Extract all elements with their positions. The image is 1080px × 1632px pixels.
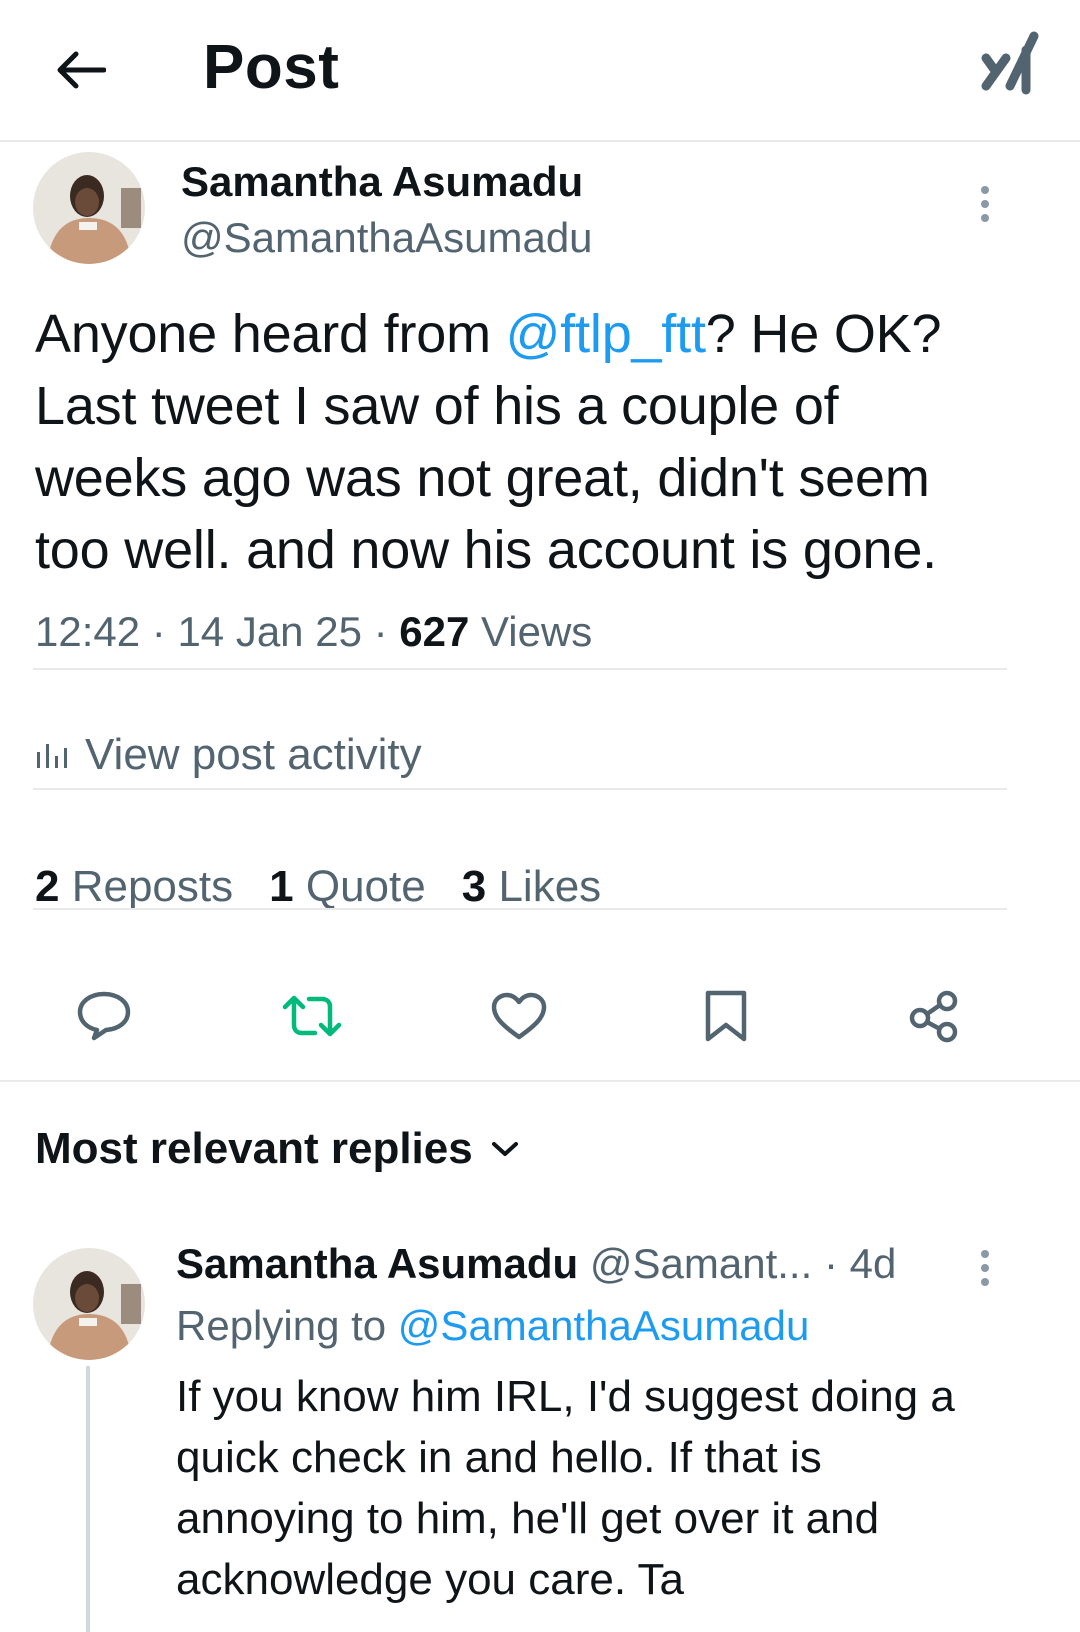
reply-time[interactable]: · 4d xyxy=(824,1240,896,1287)
quotes-stat[interactable]: 1 Quote xyxy=(269,862,426,912)
replying-to: Replying to @SamanthaAsumadu xyxy=(176,1302,809,1350)
arrow-left-icon xyxy=(57,51,106,89)
reply-text-line: quick check in and hello. If that is xyxy=(176,1433,822,1482)
author-handle[interactable]: @SamanthaAsumadu xyxy=(181,214,593,262)
post-text-line: weeks ago was not great, didn't seem xyxy=(35,448,930,508)
views-count: 627 xyxy=(399,608,470,655)
activity-label: View post activity xyxy=(85,730,422,779)
reply-button[interactable] xyxy=(68,980,140,1052)
comment-icon xyxy=(77,991,131,1041)
post-text-line: too well. and now his account is gone. xyxy=(35,520,937,580)
divider xyxy=(33,668,1007,670)
reposts-stat[interactable]: 2 Reposts xyxy=(35,862,233,912)
mention-link[interactable]: @ftlp_ftt xyxy=(506,304,706,364)
post-text-segment: ? He OK? xyxy=(705,304,942,364)
post-date[interactable]: 14 Jan 25 xyxy=(177,608,362,655)
more-options-button[interactable] xyxy=(965,174,1005,234)
quotes-label: Quote xyxy=(305,862,426,911)
divider xyxy=(0,1080,1080,1082)
grok-icon xyxy=(981,31,1039,95)
reposts-count: 2 xyxy=(35,862,60,911)
share-button[interactable] xyxy=(898,980,970,1052)
author-avatar[interactable] xyxy=(33,152,145,264)
reply-header: Samantha Asumadu @Samant... · 4d xyxy=(176,1240,896,1288)
bookmark-button[interactable] xyxy=(690,980,762,1052)
reply-author-name[interactable]: Samantha Asumadu xyxy=(176,1240,578,1287)
meta-separator: · xyxy=(151,608,178,655)
divider xyxy=(33,788,1007,790)
reply-text: If you know him IRL, I'd suggest doing a… xyxy=(176,1366,1056,1610)
avatar-image xyxy=(33,1248,145,1360)
replying-to-mention[interactable]: @SamanthaAsumadu xyxy=(398,1302,810,1349)
post-time: 12:42 xyxy=(35,608,141,655)
more-vertical-icon xyxy=(981,186,989,222)
avatar-image xyxy=(33,152,145,264)
replies-sort-dropdown[interactable]: Most relevant replies xyxy=(35,1124,519,1174)
reposts-label: Reposts xyxy=(71,862,234,911)
more-vertical-icon xyxy=(981,1250,989,1286)
bookmark-icon xyxy=(705,990,747,1042)
reply-text-line: If you know him IRL, I'd suggest doing a xyxy=(176,1372,955,1421)
reply-author-handle[interactable]: @Samant... xyxy=(590,1240,812,1287)
back-button[interactable] xyxy=(48,38,112,102)
likes-label: Likes xyxy=(498,862,602,911)
analytics-icon xyxy=(37,744,67,768)
views-label: Views xyxy=(481,608,593,655)
page-title: Post xyxy=(203,33,340,102)
chevron-down-icon xyxy=(491,1142,518,1156)
post-text-line: Last tweet I saw of his a couple of xyxy=(35,376,839,436)
grok-button[interactable] xyxy=(980,28,1046,98)
divider xyxy=(33,908,1007,910)
author-name[interactable]: Samantha Asumadu xyxy=(181,158,583,206)
thread-line xyxy=(86,1366,90,1632)
replying-to-label: Replying to xyxy=(176,1302,398,1349)
meta-separator: · xyxy=(373,608,400,655)
post-meta: 12:42 · 14 Jan 25 · 627 Views xyxy=(35,608,592,656)
reply-more-options-button[interactable] xyxy=(965,1238,1005,1298)
heart-icon xyxy=(491,992,547,1040)
repost-icon xyxy=(282,995,342,1037)
view-post-activity-button[interactable]: View post activity xyxy=(35,730,422,780)
repost-button[interactable] xyxy=(276,980,348,1052)
reply-author-avatar[interactable] xyxy=(33,1248,145,1360)
like-button[interactable] xyxy=(483,980,555,1052)
share-icon xyxy=(909,990,958,1043)
reply-text-line: annoying to him, he'll get over it and xyxy=(176,1494,880,1543)
top-bar: Post xyxy=(0,0,1080,142)
post-text-segment: Anyone heard from xyxy=(35,304,506,364)
post-text: Anyone heard from @ftlp_ftt? He OK? Last… xyxy=(35,298,1055,586)
likes-count: 3 xyxy=(461,862,487,911)
replies-sort-label: Most relevant replies xyxy=(35,1124,473,1173)
quotes-count: 1 xyxy=(269,862,294,911)
engagement-stats: 2 Reposts 1 Quote 3 Likes xyxy=(35,862,637,912)
post-text-line: Anyone heard from @ftlp_ftt? He OK? xyxy=(35,298,1055,370)
reply-text-line: acknowledge you care. Ta xyxy=(176,1555,684,1604)
likes-stat[interactable]: 3 Likes xyxy=(462,862,601,912)
